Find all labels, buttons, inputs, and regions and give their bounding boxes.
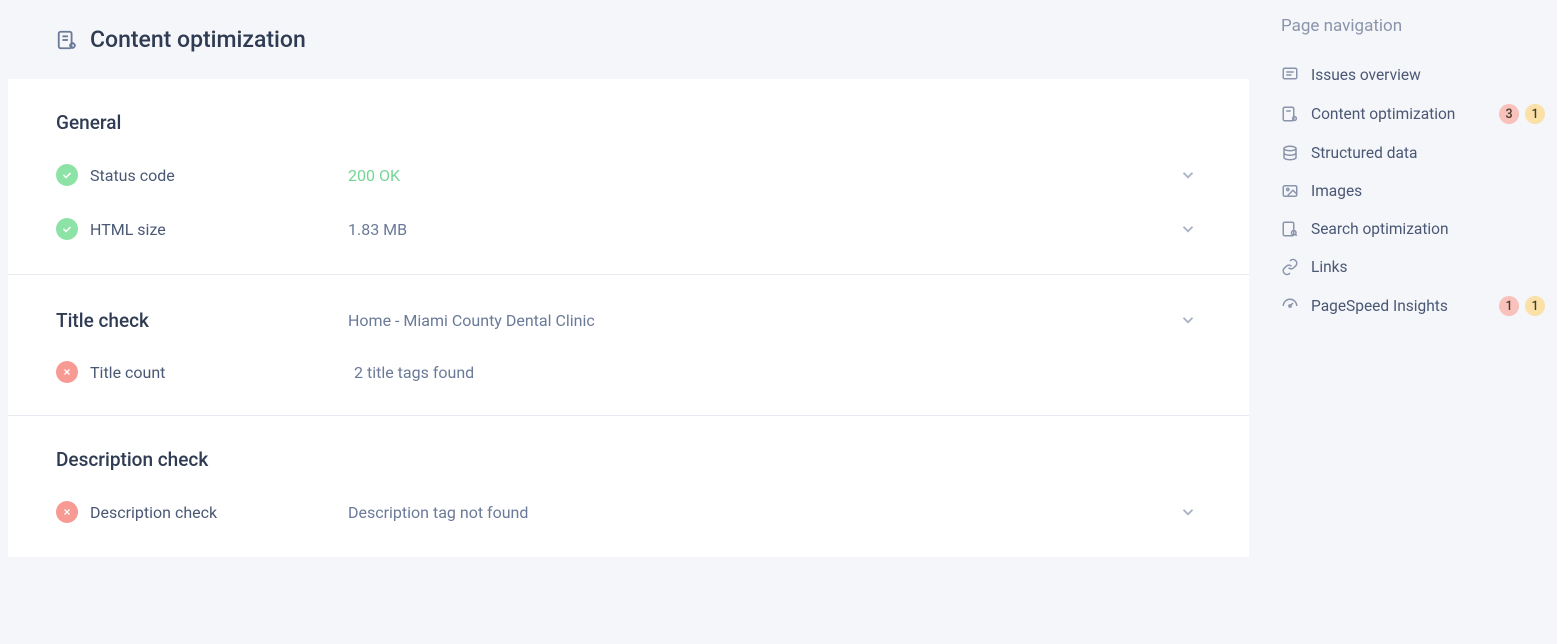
- nav-item-issues-overview[interactable]: Issues overview: [1281, 56, 1545, 94]
- row-html-size[interactable]: HTML size 1.83 MB: [56, 188, 1201, 242]
- page-title: Content optimization: [90, 26, 306, 53]
- database-icon: [1281, 144, 1299, 162]
- title-count-value: 2 title tags found: [348, 363, 1201, 382]
- section-heading-general: General: [56, 111, 1201, 134]
- title-count-label: Title count: [90, 363, 348, 382]
- link-icon: [1281, 258, 1299, 276]
- section-header-content-optimization: Content optimization: [8, 0, 1249, 79]
- search-page-icon: [1281, 220, 1299, 238]
- nav-label: PageSpeed Insights: [1311, 297, 1448, 315]
- nav-item-links[interactable]: Links: [1281, 248, 1545, 286]
- nav-item-search-optimization[interactable]: Search optimization: [1281, 210, 1545, 248]
- gauge-icon: [1281, 297, 1299, 315]
- sidebar-title: Page navigation: [1281, 16, 1545, 36]
- content-optimization-icon: [56, 29, 78, 51]
- badge-warning-count: 1: [1525, 104, 1545, 124]
- nav-label: Structured data: [1311, 144, 1417, 162]
- chevron-down-icon[interactable]: [1175, 216, 1201, 242]
- badge-warning-count: 1: [1525, 296, 1545, 316]
- content-optimization-icon: [1281, 105, 1299, 123]
- images-icon: [1281, 182, 1299, 200]
- chevron-down-icon[interactable]: [1175, 307, 1201, 333]
- section-heading-description-check: Description check: [56, 448, 1201, 471]
- row-description-check[interactable]: Description check Description tag not fo…: [56, 471, 1201, 525]
- row-title-count: Title count 2 title tags found: [56, 333, 1201, 383]
- nav-item-content-optimization[interactable]: Content optimization 3 1: [1281, 94, 1545, 134]
- nav-item-images[interactable]: Images: [1281, 172, 1545, 210]
- nav-item-pagespeed-insights[interactable]: PageSpeed Insights 1 1: [1281, 286, 1545, 326]
- page-navigation-sidebar: Page navigation Issues overview Content …: [1257, 0, 1557, 644]
- main-content: Content optimization General Status code…: [0, 0, 1257, 644]
- section-description-check: Description check Description check Desc…: [8, 416, 1249, 557]
- row-title-check-header[interactable]: Title check Home - Miami County Dental C…: [56, 307, 1201, 333]
- nav-label: Content optimization: [1311, 105, 1455, 123]
- html-size-value: 1.83 MB: [348, 220, 1175, 239]
- badge-error-count: 1: [1499, 296, 1519, 316]
- badge-error-count: 3: [1499, 104, 1519, 124]
- chevron-down-icon[interactable]: [1175, 499, 1201, 525]
- nav-label: Issues overview: [1311, 66, 1421, 84]
- nav-label: Search optimization: [1311, 220, 1449, 238]
- section-general: General Status code 200 OK HTML size 1.8…: [8, 79, 1249, 275]
- description-check-label: Description check: [90, 503, 348, 522]
- nav-label: Images: [1311, 182, 1362, 200]
- section-heading-title-check: Title check: [56, 309, 348, 332]
- description-check-value: Description tag not found: [348, 503, 1175, 522]
- check-icon: [56, 218, 78, 240]
- html-size-label: HTML size: [90, 220, 348, 239]
- overview-icon: [1281, 66, 1299, 84]
- section-title-check: Title check Home - Miami County Dental C…: [8, 275, 1249, 416]
- status-code-value: 200 OK: [348, 166, 1175, 185]
- error-icon: [56, 501, 78, 523]
- status-code-label: Status code: [90, 166, 348, 185]
- check-icon: [56, 164, 78, 186]
- row-status-code[interactable]: Status code 200 OK: [56, 134, 1201, 188]
- chevron-down-icon[interactable]: [1175, 162, 1201, 188]
- nav-label: Links: [1311, 258, 1348, 276]
- title-check-value: Home - Miami County Dental Clinic: [348, 311, 1175, 330]
- nav-item-structured-data[interactable]: Structured data: [1281, 134, 1545, 172]
- error-icon: [56, 361, 78, 383]
